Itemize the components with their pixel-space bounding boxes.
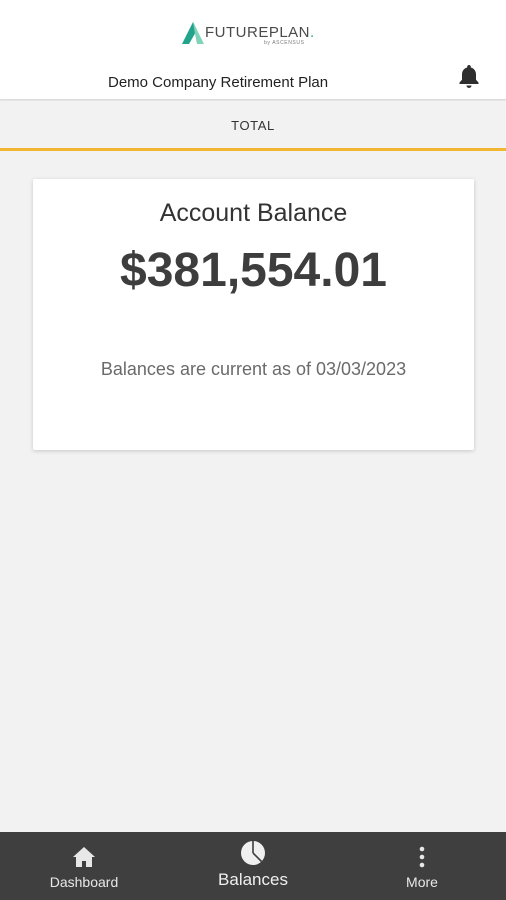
app-root: FUTUREPLAN. by ASCENSUS Demo Company Ret… [0,0,506,900]
pie-chart-icon [239,840,267,866]
futureplan-logo: FUTUREPLAN. by ASCENSUS [180,18,330,50]
app-header: FUTUREPLAN. by ASCENSUS Demo Company Ret… [0,0,506,100]
logo-text-dot: . [310,24,315,41]
tab-bar: TOTAL [0,101,506,152]
card-title: Account Balance [159,199,348,227]
more-vertical-icon [418,844,426,870]
bell-icon [459,65,479,88]
logo-text-main: FUTUREPLAN [205,24,311,41]
account-balance-card: Account Balance $381,554.01 Balances are… [33,179,474,450]
nav-dashboard[interactable]: Dashboard [0,832,168,900]
logo-mark-icon [182,22,204,44]
nav-more[interactable]: More [338,832,506,900]
nav-dashboard-label: Dashboard [49,874,119,890]
plan-name: Demo Company Retirement Plan [108,74,329,91]
balance-date-note: Balances are current as of 03/03/2023 [100,359,407,379]
account-balance-amount: $381,554.01 [120,244,387,297]
bottom-navigation: Dashboard Balances More [0,832,506,900]
nav-more-label: More [406,874,438,890]
nav-balances-label: Balances [218,870,288,889]
nav-balances[interactable]: Balances [169,832,337,900]
notifications-button[interactable] [455,62,483,90]
tab-total[interactable]: TOTAL [0,101,506,149]
home-icon [71,844,97,870]
logo-subtext: by ASCENSUS [264,40,305,46]
tab-active-indicator [0,148,506,151]
logo-text: FUTUREPLAN. [205,24,315,41]
